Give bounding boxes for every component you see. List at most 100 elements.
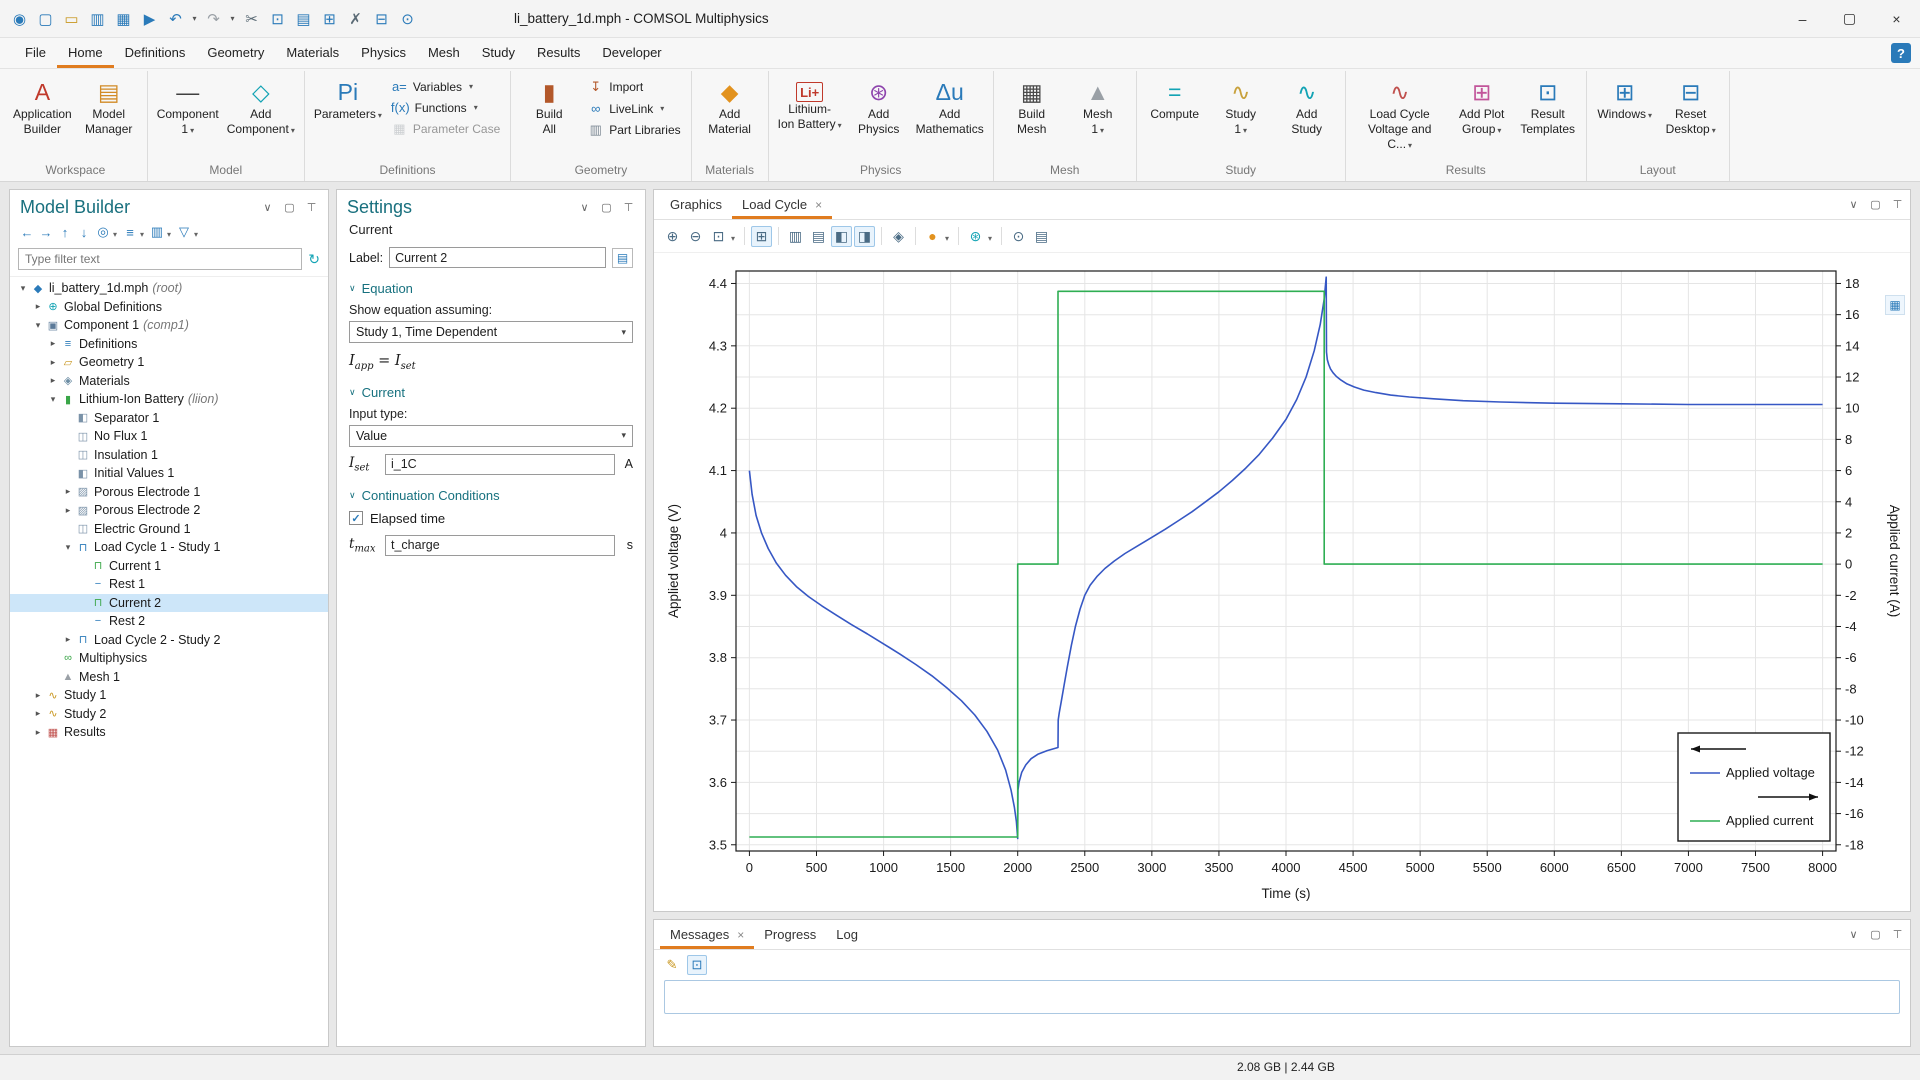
iset-input[interactable] bbox=[385, 454, 615, 475]
ribbon-button-mesh-1[interactable]: ▲Mesh 1▾ bbox=[1066, 73, 1130, 139]
ribbon-button-result-templates[interactable]: ⊡Result Templates bbox=[1516, 73, 1580, 139]
tree-item-current-1[interactable]: ⊓Current 1 bbox=[10, 557, 328, 576]
tree-item-results[interactable]: ▸▦Results bbox=[10, 723, 328, 742]
zoom-extents-icon[interactable]: ⊡ bbox=[708, 226, 729, 247]
pin-panel-icon[interactable]: ⊤ bbox=[305, 201, 318, 214]
menu-developer[interactable]: Developer bbox=[591, 38, 672, 68]
tree-item-study-1[interactable]: ▸∿Study 1 bbox=[10, 686, 328, 705]
menu-study[interactable]: Study bbox=[471, 38, 526, 68]
undock-panel-icon[interactable]: ▢ bbox=[283, 201, 296, 214]
ribbon-button-add-plot-group[interactable]: ⊞Add Plot Group▾ bbox=[1450, 73, 1514, 139]
undo-icon[interactable]: ↶ bbox=[164, 7, 187, 31]
close-button[interactable]: × bbox=[1873, 0, 1920, 38]
ribbon-button-parameters[interactable]: PiParameters▾ bbox=[311, 73, 385, 124]
columns-icon-caret[interactable]: ▾ bbox=[167, 230, 171, 239]
plot-settings-icon[interactable]: ⊛ bbox=[965, 226, 986, 247]
collapse-arrow-icon[interactable]: ▾ bbox=[46, 394, 60, 405]
ribbon-button-build-all[interactable]: ▮Build All bbox=[517, 73, 581, 139]
model-tree-nodes-icon[interactable]: ≡ bbox=[121, 223, 139, 241]
save-as-icon[interactable]: ▦ bbox=[112, 7, 135, 31]
print-icon[interactable]: ▤ bbox=[1031, 226, 1052, 247]
collapse-arrow-icon[interactable]: ▾ bbox=[16, 283, 30, 294]
ribbon-button-study-1[interactable]: ∿Study 1▾ bbox=[1209, 73, 1273, 139]
tree-item-load-cycle-1-study-1[interactable]: ▾⊓Load Cycle 1 - Study 1 bbox=[10, 538, 328, 557]
search-icon[interactable]: ⊙ bbox=[396, 7, 419, 31]
expand-arrow-icon[interactable]: ▸ bbox=[31, 727, 45, 738]
menu-results[interactable]: Results bbox=[526, 38, 591, 68]
duplicate-icon[interactable]: ⊞ bbox=[318, 7, 341, 31]
lock-axes-icon[interactable]: ◈ bbox=[888, 226, 909, 247]
show-options-icon-caret[interactable]: ▾ bbox=[113, 230, 117, 239]
new-file-icon[interactable]: ▢ bbox=[34, 7, 57, 31]
expand-arrow-icon[interactable]: ▸ bbox=[46, 375, 60, 386]
menu-definitions[interactable]: Definitions bbox=[114, 38, 197, 68]
model-tree-nodes-icon-caret[interactable]: ▾ bbox=[140, 230, 144, 239]
plot-thumbnail-icon[interactable]: ▦ bbox=[1885, 295, 1905, 315]
tree-item-rest-1[interactable]: −Rest 1 bbox=[10, 575, 328, 594]
ribbon-button-add-component[interactable]: ◇Add Component▾ bbox=[224, 73, 298, 139]
equation-section-header[interactable]: ∨ Equation bbox=[349, 276, 633, 302]
expand-arrow-icon[interactable]: ▸ bbox=[61, 505, 75, 516]
messages-text-area[interactable] bbox=[664, 980, 1900, 1014]
cut-icon[interactable]: ✂ bbox=[240, 7, 263, 31]
study-select[interactable]: Study 1, Time Dependent ▾ bbox=[349, 321, 633, 343]
copy-text-icon[interactable]: ⊡ bbox=[687, 955, 707, 975]
expand-arrow-icon[interactable]: ▸ bbox=[31, 708, 45, 719]
save-icon[interactable]: ▥ bbox=[86, 7, 109, 31]
copy-icon[interactable]: ⊡ bbox=[266, 7, 289, 31]
ribbon-button-load-cycle-voltage-and-c[interactable]: ∿Load Cycle Voltage and C...▾ bbox=[1352, 73, 1448, 154]
graphics-canvas[interactable]: 0500100015002000250030003500400045005000… bbox=[654, 253, 1910, 911]
forward-icon[interactable]: → bbox=[37, 223, 55, 241]
move-down-icon[interactable]: ↓ bbox=[75, 223, 93, 241]
expand-arrow-icon[interactable]: ▸ bbox=[46, 357, 60, 368]
input-type-select[interactable]: Value ▾ bbox=[349, 425, 633, 447]
comsol-logo-icon[interactable]: ◉ bbox=[8, 7, 31, 31]
tmax-input[interactable] bbox=[385, 535, 615, 556]
tree-item-load-cycle-2-study-2[interactable]: ▸⊓Load Cycle 2 - Study 2 bbox=[10, 631, 328, 650]
tree-item-current-2[interactable]: ⊓Current 2 bbox=[10, 594, 328, 613]
tree-item-global-definitions[interactable]: ▸⊕Global Definitions bbox=[10, 298, 328, 317]
tree-item-rest-2[interactable]: −Rest 2 bbox=[10, 612, 328, 631]
ribbon-button-add-material[interactable]: ◆Add Material bbox=[698, 73, 762, 139]
columns-icon[interactable]: ▥ bbox=[148, 223, 166, 241]
collapse-arrow-icon[interactable]: ▾ bbox=[61, 542, 75, 553]
tab-messages[interactable]: Messages × bbox=[660, 920, 754, 949]
undo-icon-caret[interactable]: ▾ bbox=[190, 7, 199, 31]
continuation-section-header[interactable]: ∨ Continuation Conditions bbox=[349, 483, 633, 509]
filter-icon[interactable]: ▽ bbox=[175, 223, 193, 241]
undock-panel-icon[interactable]: ▢ bbox=[1869, 198, 1882, 211]
expand-arrow-icon[interactable]: ▸ bbox=[61, 634, 75, 645]
tree-item-definitions[interactable]: ▸≡Definitions bbox=[10, 335, 328, 354]
redo-icon[interactable]: ↷ bbox=[202, 7, 225, 31]
menu-materials[interactable]: Materials bbox=[275, 38, 350, 68]
table-view-icon[interactable]: ▤ bbox=[808, 226, 829, 247]
label-input[interactable] bbox=[389, 247, 606, 268]
undock-panel-icon[interactable]: ▢ bbox=[600, 201, 613, 214]
panel-menu-icon[interactable]: ∨ bbox=[1847, 928, 1860, 941]
ribbon-button-add-study[interactable]: ∿Add Study bbox=[1275, 73, 1339, 139]
tree-item-mesh-1[interactable]: ▲Mesh 1 bbox=[10, 668, 328, 687]
ribbon-button-part-libraries[interactable]: ▥Part Libraries bbox=[583, 121, 684, 139]
tree-item-porous-electrode-1[interactable]: ▸▨Porous Electrode 1 bbox=[10, 483, 328, 502]
plot-settings-icon-caret[interactable]: ▾ bbox=[988, 234, 992, 243]
transparency-icon-caret[interactable]: ▾ bbox=[945, 234, 949, 243]
snapshot-icon[interactable]: ⊙ bbox=[1008, 226, 1029, 247]
last-plot-group-icon[interactable]: ◨ bbox=[854, 226, 875, 247]
tree-item-materials[interactable]: ▸◈Materials bbox=[10, 372, 328, 391]
move-up-icon[interactable]: ↑ bbox=[56, 223, 74, 241]
tab-progress[interactable]: Progress bbox=[754, 920, 826, 949]
filter-icon-caret[interactable]: ▾ bbox=[194, 230, 198, 239]
tab-graphics[interactable]: Graphics bbox=[660, 190, 732, 219]
expand-arrow-icon[interactable]: ▸ bbox=[61, 486, 75, 497]
ribbon-button-build-mesh[interactable]: ▦Build Mesh bbox=[1000, 73, 1064, 139]
expand-arrow-icon[interactable]: ▸ bbox=[46, 338, 60, 349]
plot-window-icon[interactable]: ⊞ bbox=[751, 226, 772, 247]
ribbon-button-add-physics[interactable]: ⊛Add Physics bbox=[847, 73, 911, 139]
tree-item-insulation-1[interactable]: ◫Insulation 1 bbox=[10, 446, 328, 465]
paste-icon[interactable]: ▤ bbox=[292, 7, 315, 31]
help-icon[interactable]: ? bbox=[1891, 43, 1911, 63]
annotation-icon[interactable]: ✎ bbox=[662, 955, 682, 975]
tree-item-lithium-ion-battery[interactable]: ▾▮Lithium-Ion Battery(liion) bbox=[10, 390, 328, 409]
ribbon-button-livelink[interactable]: ∞LiveLink▾ bbox=[583, 100, 684, 117]
minimize-button[interactable]: – bbox=[1779, 0, 1826, 38]
